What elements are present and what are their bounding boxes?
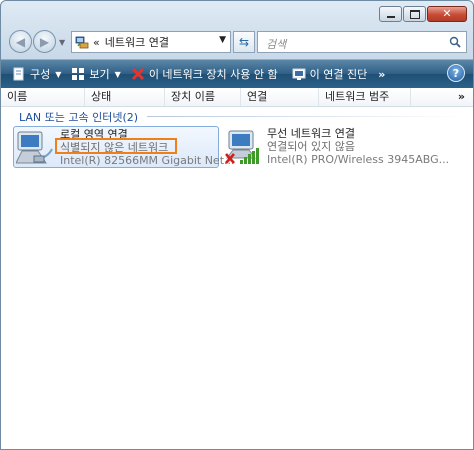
connection-item-local-area[interactable]: 로컬 영역 연결 식별되지 않은 네트워크 Intel(R) 82566MM G… [13,126,235,168]
column-headers: 이름 상태 장치 이름 연결 네트워크 범주 » [1,88,473,107]
maximize-icon [409,9,420,19]
forward-button[interactable]: ▶ [33,30,56,53]
address-bar[interactable]: « 네트워크 연결 ▼ [71,31,231,53]
recent-pages-dropdown[interactable]: ▼ [59,38,65,47]
wired-network-icon [16,131,53,164]
organize-icon [13,67,24,81]
column-header-connection[interactable]: 연결 [241,88,319,106]
address-dropdown-icon[interactable]: ▼ [219,35,226,45]
connection-item-wireless[interactable]: 무선 네트워크 연결 연결되어 있지 않음 Intel(R) PRO/Wirel… [221,126,471,168]
file-list: 이름 상태 장치 이름 연결 네트워크 범주 » LAN 또는 고속 인터넷(2… [1,88,473,449]
close-button[interactable]: ✕ [427,6,467,22]
views-menu[interactable]: 보기 ▼ [66,63,125,85]
search-input[interactable]: 검색 [257,31,467,53]
organize-menu[interactable]: 구성 ▼ [7,63,66,85]
back-button[interactable]: ◀ [9,30,32,53]
network-folder-icon [75,36,89,49]
group-divider [147,116,467,117]
chevron-down-icon: ▼ [55,69,62,79]
network-connections-window: ✕ ◀ ▶ ▼ « 네트워크 연결 ▼ ⇆ 검색 구성 ▼ 보기 ▼ 이 네트워… [0,0,474,450]
group-header-lan[interactable]: LAN 또는 고속 인터넷(2) [19,109,138,125]
more-commands-button[interactable]: » [372,68,391,81]
connection-text: 무선 네트워크 연결 연결되어 있지 않음 Intel(R) PRO/Wirel… [267,127,449,166]
close-icon: ✕ [442,7,452,20]
arrow-right-icon: ▶ [39,34,50,49]
connection-status: 식별되지 않은 네트워크 [60,141,169,154]
connection-adapter: Intel(R) 82566MM Gigabit Net... [60,154,235,167]
connection-adapter: Intel(R) PRO/Wireless 3945ABG... [267,153,450,166]
connection-name: 로컬 영역 연결 [60,128,128,141]
disable-device-label: 이 네트워크 장치 사용 안 함 [148,68,278,81]
organize-label: 구성 [30,68,51,81]
column-header-device-name[interactable]: 장치 이름 [165,88,241,106]
window-controls: ✕ [378,6,467,22]
diagnose-button[interactable]: 이 연결 진단 [287,63,373,85]
refresh-button[interactable]: ⇆ [233,31,255,53]
views-icon [72,68,85,80]
wireless-network-icon [225,130,259,164]
connection-text: 로컬 영역 연결 식별되지 않은 네트워크 Intel(R) 82566MM G… [60,128,235,167]
command-bar: 구성 ▼ 보기 ▼ 이 네트워크 장치 사용 안 함 이 연결 진단 » ? [1,59,473,89]
navigation-bar: ◀ ▶ ▼ « 네트워크 연결 ▼ ⇆ 검색 [1,27,473,59]
column-header-name[interactable]: 이름 [1,88,85,106]
diagnose-icon [292,68,306,80]
more-columns-button[interactable]: » [458,88,465,106]
title-bar: ✕ [1,1,473,27]
help-button[interactable]: ? [447,64,465,82]
address-chevron[interactable]: « [93,36,100,49]
search-placeholder: 검색 [266,38,287,51]
column-header-status[interactable]: 상태 [85,88,165,106]
chevron-down-icon: ▼ [114,69,121,79]
maximize-button[interactable] [403,6,426,22]
refresh-icon: ⇆ [238,35,250,49]
disable-x-icon [131,67,144,81]
arrow-left-icon: ◀ [15,34,26,49]
search-icon[interactable] [449,36,461,48]
connection-name: 무선 네트워크 연결 [267,127,355,140]
minimize-icon [386,16,395,18]
column-header-network-category[interactable]: 네트워크 범주 [319,88,411,106]
minimize-button[interactable] [379,6,402,22]
disable-device-button[interactable]: 이 네트워크 장치 사용 안 함 [126,63,283,85]
connection-status: 연결되어 있지 않음 [267,140,355,153]
views-label: 보기 [89,68,110,81]
help-icon: ? [452,66,460,80]
diagnose-label: 이 연결 진단 [309,68,368,81]
address-path[interactable]: 네트워크 연결 [105,34,169,50]
